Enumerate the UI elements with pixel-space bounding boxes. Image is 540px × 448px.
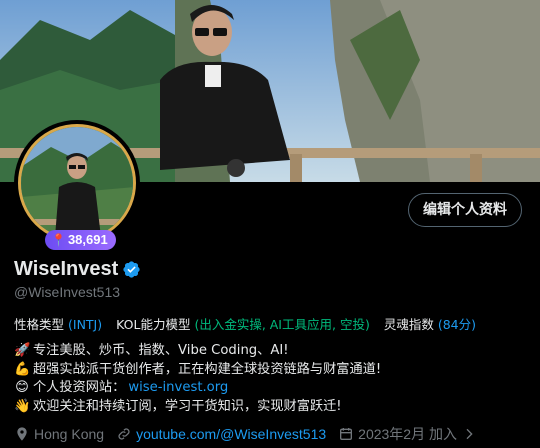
chevron-right-icon[interactable] — [461, 426, 477, 442]
flexed-biceps-icon: 💪 — [14, 361, 31, 377]
edit-profile-button[interactable]: 编辑个人资料 — [408, 193, 522, 227]
joined-date: 2023年2月 加入 — [358, 426, 457, 442]
waving-hand-icon: 👋 — [14, 398, 31, 414]
profile-website-link[interactable]: youtube.com/@WiseInvest513 — [136, 426, 326, 442]
trait-row: 性格类型 (INTJ) KOL能力模型 (出入金实操, AI工具应用, 空投) … — [14, 314, 476, 333]
location-icon — [17, 427, 27, 441]
bio-line-3-prefix: 个人投资网站： — [33, 380, 126, 395]
trait-value-personality[interactable]: (INTJ) — [68, 317, 102, 332]
trait-label-personality: 性格类型 — [14, 317, 65, 332]
avatar-image — [18, 124, 136, 242]
avatar[interactable] — [14, 120, 140, 246]
smile-icon: 😊 — [15, 380, 29, 395]
profile-meta: Hong Kong youtube.com/@WiseInvest513 202… — [14, 424, 477, 444]
rocket-icon: 🚀 — [14, 343, 31, 358]
trait-label-kol: KOL能力模型 — [116, 317, 191, 332]
location-text: Hong Kong — [34, 426, 105, 442]
trait-label-soul: 灵魂指数 — [383, 317, 434, 332]
display-name: WiseInvest — [14, 258, 119, 280]
bio-website-link[interactable]: wise-invest.org — [128, 379, 228, 398]
trait-value-kol[interactable]: (出入金实操, AI工具应用, 空投) — [194, 317, 369, 332]
user-handle: @WiseInvest513 — [14, 284, 121, 300]
kol-count: 38,691 — [67, 232, 108, 247]
bio-line-1: 专注美股、炒币、指数、Vibe Coding、AI! — [33, 343, 289, 358]
bio-line-2: 超强实战派干货创作者，正在构建全球投资链路与财富通道! — [33, 361, 382, 377]
verified-icon[interactable] — [122, 260, 141, 279]
link-icon — [118, 428, 130, 440]
bio: 🚀 专注美股、炒币、指数、Vibe Coding、AI! 💪 超强实战派干货创作者，… — [14, 342, 381, 416]
calendar-icon — [340, 428, 353, 440]
kol-score-badge[interactable]: 📍 38,691 — [45, 230, 116, 250]
pin-icon: 📍 — [51, 233, 66, 247]
trait-value-soul[interactable]: (84分) — [438, 317, 476, 332]
bio-line-4: 欢迎关注和持续订阅，学习干货知识，实现财富跃迁! — [33, 398, 342, 414]
